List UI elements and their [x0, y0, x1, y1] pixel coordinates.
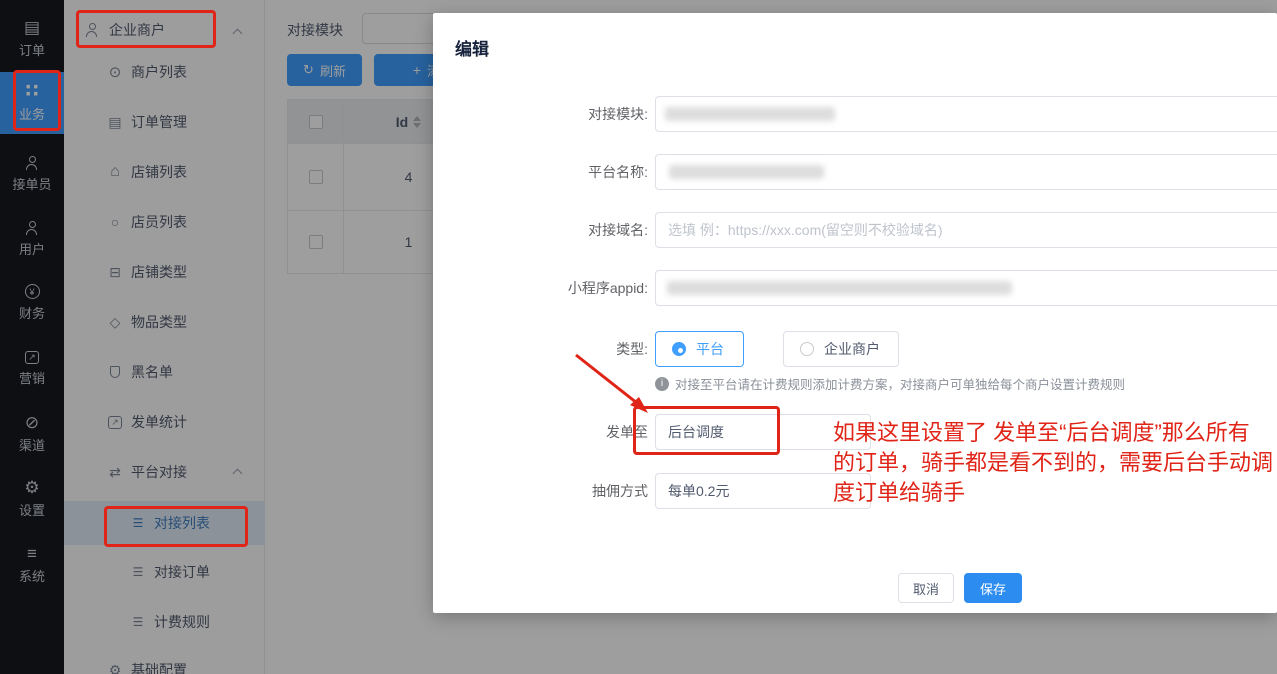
cancel-button[interactable]: 取消 — [898, 573, 954, 603]
field-label: 发单至 — [433, 414, 648, 450]
info-icon: i — [655, 377, 669, 391]
field-label: 对接域名: — [433, 212, 648, 248]
field-label: 抽佣方式 — [433, 473, 648, 509]
radio-unselected-icon — [800, 342, 814, 356]
send-to-select[interactable] — [655, 414, 871, 450]
save-button[interactable]: 保存 — [964, 573, 1022, 603]
field-label: 类型: — [433, 331, 648, 367]
radio-selected-icon — [672, 342, 686, 356]
billing-hint: i 对接至平台请在计费规则添加计费方案，对接商户可单独给每个商户设置计费规则 — [655, 374, 1125, 393]
edit-modal: 编辑 对接模块: 平台名称: 对接域名: 小程序appid: 类型: 平台 企业… — [433, 13, 1277, 613]
redacted-value — [665, 107, 835, 121]
app-screen: 订单 业务 接单员 用户 ¥ 财务 ↗ 营销 渠道 设置 — [0, 0, 1277, 674]
modal-title: 编辑 — [455, 35, 489, 60]
type-option-enterprise[interactable]: 企业商户 — [783, 331, 899, 367]
redacted-value — [669, 165, 824, 179]
field-label: 平台名称: — [433, 154, 648, 190]
redacted-value — [667, 281, 1012, 295]
type-option-platform[interactable]: 平台 — [655, 331, 744, 367]
field-label: 对接模块: — [433, 96, 648, 132]
commission-select[interactable] — [655, 473, 871, 509]
domain-input[interactable] — [655, 212, 1277, 248]
field-label: 小程序appid: — [433, 270, 648, 306]
